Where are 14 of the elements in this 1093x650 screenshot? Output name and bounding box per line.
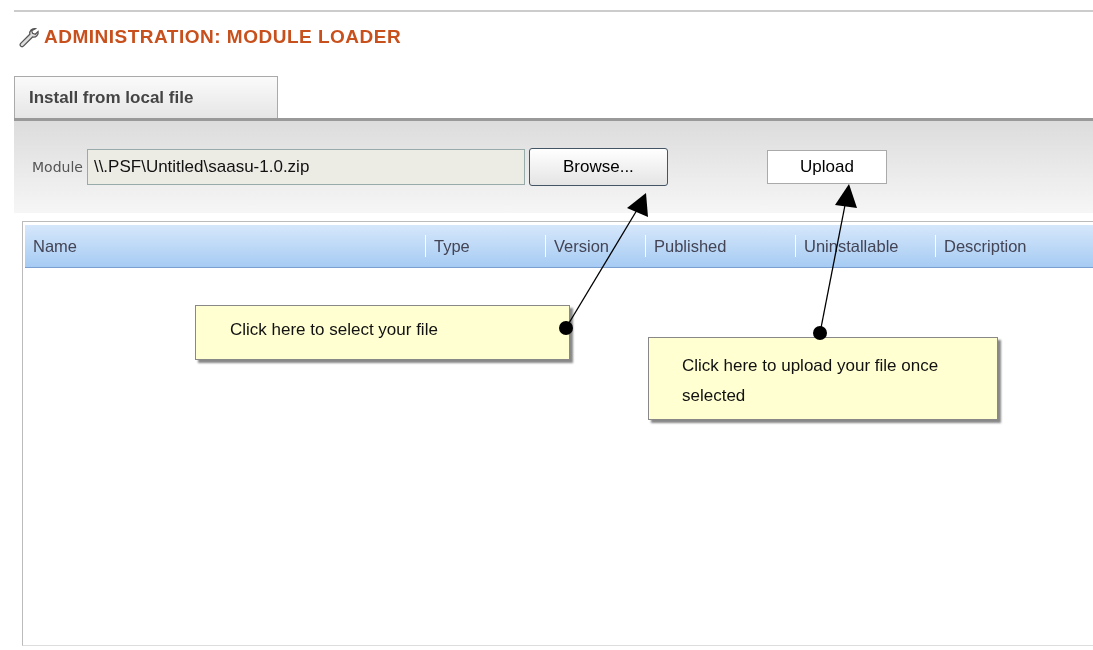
callout-note: Click here to upload your file once selected xyxy=(648,337,998,420)
column-header[interactable]: Type xyxy=(425,235,470,257)
wrench-icon xyxy=(16,26,40,48)
module-label: Module xyxy=(32,159,83,175)
module-field[interactable]: \\.PSF\Untitled\saasu-1.0.zip xyxy=(86,149,525,185)
tab[interactable]: Install from local file xyxy=(14,76,278,118)
column-header[interactable]: Version xyxy=(545,235,610,257)
page-title: ADMINISTRATION: MODULE LOADER xyxy=(44,26,402,48)
upload-button[interactable]: Upload xyxy=(766,150,887,184)
column-header[interactable]: Description xyxy=(935,235,1027,257)
column-header[interactable]: Name xyxy=(25,235,77,257)
callout-note: Click here to select your file xyxy=(195,305,570,360)
browse-button[interactable]: Browse... xyxy=(528,148,668,186)
column-header[interactable]: Published xyxy=(645,235,727,257)
